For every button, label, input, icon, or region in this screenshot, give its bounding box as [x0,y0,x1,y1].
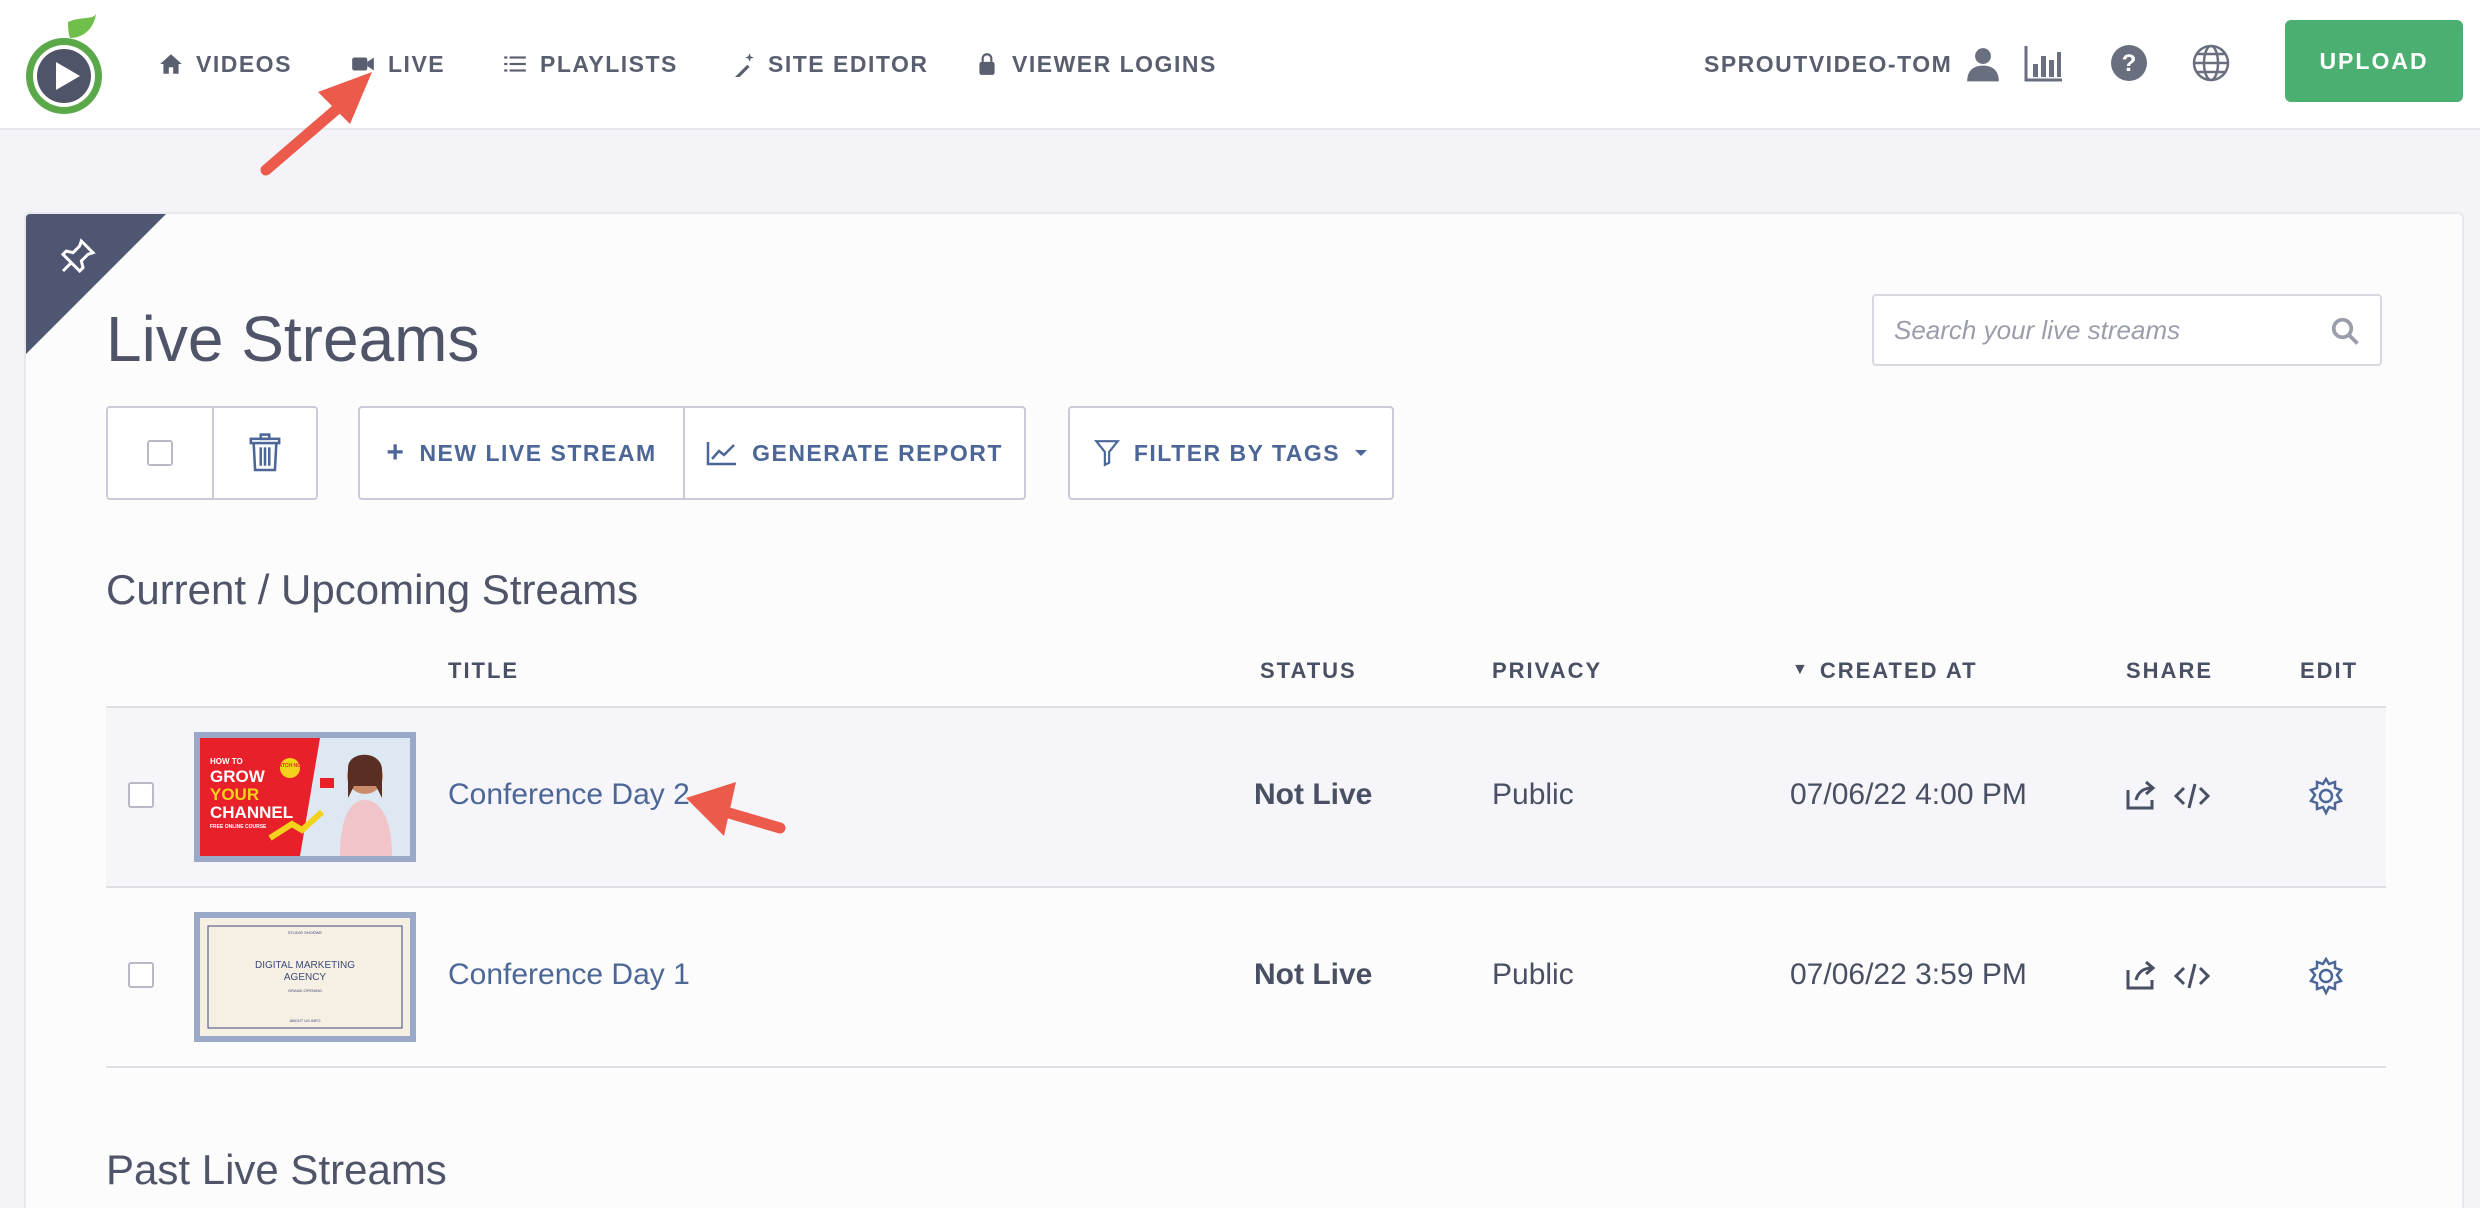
stream-created-at: 07/06/22 4:00 PM [1790,778,2027,811]
current-streams-heading: Current / Upcoming Streams [106,566,639,613]
stream-title-link[interactable]: Conference Day 2 [448,778,690,812]
svg-text:GRAND OPENING: GRAND OPENING [288,988,322,993]
embed-code-icon[interactable] [2172,776,2212,816]
column-status[interactable]: STATUS [1260,658,1357,684]
generate-report-label: GENERATE REPORT [752,439,1003,466]
account-name: SPROUTVIDEO-TOM [1704,50,1953,77]
sproutvideo-logo[interactable] [22,14,104,116]
lock-icon [979,53,995,75]
column-title[interactable]: TITLE [448,658,519,684]
svg-text:GROW: GROW [210,767,266,786]
live-streams-panel: Live Streams + NEW LIVE STREAM GENERATE … [24,212,2464,1208]
create-actions-group: + NEW LIVE STREAM GENERATE REPORT [358,406,1026,500]
stream-status: Not Live [1254,958,1373,991]
table-row: WATCH NOW HOW TO GROW YOUR CHANNEL FREE … [106,708,2386,888]
nav-videos-label: VIDEOS [196,50,292,77]
user-icon [1967,48,2000,82]
list-icon [504,56,526,72]
column-share: SHARE [2126,658,2214,683]
help-icon[interactable]: ? [2108,42,2150,84]
nav-live-label: LIVE [388,50,446,77]
row-checkbox[interactable] [128,782,154,808]
nav-viewer-logins-label: VIEWER LOGINS [1012,50,1217,77]
nav-site-editor[interactable]: SITE EDITOR [730,46,929,82]
nav-videos[interactable]: VIDEOS [158,46,292,82]
table-header: TITLE STATUS PRIVACY ▼ CREATED AT SHARE … [106,644,2386,708]
stream-status: Not Live [1254,778,1373,811]
column-created-at-label: CREATED AT [1819,658,1978,683]
settings-gear-icon[interactable] [2306,776,2346,816]
top-nav: VIDEOS LIVE PLAYLISTS SITE EDITOR VIEWER… [0,0,2480,130]
stream-thumbnail[interactable]: STUDIO SHODWE DIGITAL MARKETING AGENCY G… [194,912,416,1042]
nav-live[interactable]: LIVE [350,46,445,82]
embed-code-icon[interactable] [2172,956,2212,996]
select-all-cell[interactable] [108,408,212,498]
delete-button[interactable] [212,408,316,498]
table-row: STUDIO SHODWE DIGITAL MARKETING AGENCY G… [106,888,2386,1068]
search-input[interactable] [1874,296,2314,364]
filter-by-tags-button[interactable]: FILTER BY TAGS [1070,408,1392,498]
nav-site-editor-label: SITE EDITOR [768,50,929,77]
stream-privacy: Public [1492,958,1574,991]
caret-down-icon [1355,450,1368,456]
past-streams-heading: Past Live Streams [106,1146,447,1193]
share-icon[interactable] [2120,776,2160,816]
svg-text:YOUR: YOUR [210,785,259,804]
globe-icon[interactable] [2190,42,2232,84]
account-menu[interactable]: SPROUTVIDEO-TOM [1704,46,2002,82]
analytics-icon[interactable] [2022,42,2064,84]
column-created-at[interactable]: ▼ CREATED AT [1792,658,1978,684]
svg-text:HOW TO: HOW TO [210,757,243,766]
home-icon [160,54,182,74]
svg-text:DIGITAL MARKETING: DIGITAL MARKETING [255,960,355,971]
magic-wand-icon [735,53,754,77]
svg-text:AGENCY: AGENCY [284,972,327,983]
thumb-badge: WATCH NOW [274,763,306,769]
upload-button[interactable]: UPLOAD [2285,20,2463,102]
stream-created-at: 07/06/22 3:59 PM [1790,958,2027,991]
row-checkbox[interactable] [128,962,154,988]
page-title: Live Streams [106,303,480,375]
column-edit: EDIT [2300,658,2359,683]
pin-icon[interactable] [58,236,98,276]
search-box [1872,294,2382,366]
stream-title-link[interactable]: Conference Day 1 [448,958,690,992]
settings-gear-icon[interactable] [2306,956,2346,996]
filter-icon [1093,440,1120,467]
share-icon[interactable] [2120,956,2160,996]
video-camera-icon [352,57,374,71]
line-chart-icon [706,442,737,466]
sort-desc-icon: ▼ [1792,661,1810,678]
new-live-stream-button[interactable]: + NEW LIVE STREAM [360,408,683,498]
nav-playlists-label: PLAYLISTS [540,50,678,77]
bulk-actions-group [106,406,318,500]
plus-icon: + [386,436,406,469]
nav-playlists[interactable]: PLAYLISTS [502,46,678,82]
svg-text:CHANNEL: CHANNEL [210,803,293,822]
svg-text:FREE ONLINE COURSE: FREE ONLINE COURSE [210,824,267,830]
svg-text:ABOUT US INFO: ABOUT US INFO [289,1018,320,1023]
select-all-checkbox[interactable] [147,440,173,466]
filter-by-tags-label: FILTER BY TAGS [1133,439,1341,466]
filter-by-tags-dropdown[interactable]: FILTER BY TAGS [1068,406,1394,500]
stream-thumbnail[interactable]: WATCH NOW HOW TO GROW YOUR CHANNEL FREE … [194,732,416,862]
column-privacy[interactable]: PRIVACY [1492,658,1602,684]
svg-text:STUDIO SHODWE: STUDIO SHODWE [288,930,323,935]
svg-text:?: ? [2122,50,2137,77]
new-live-stream-label: NEW LIVE STREAM [419,439,657,466]
search-icon[interactable] [2330,316,2360,346]
trash-icon [249,433,281,472]
generate-report-button[interactable]: GENERATE REPORT [683,408,1024,498]
nav-viewer-logins[interactable]: VIEWER LOGINS [974,46,1217,82]
stream-privacy: Public [1492,778,1574,811]
